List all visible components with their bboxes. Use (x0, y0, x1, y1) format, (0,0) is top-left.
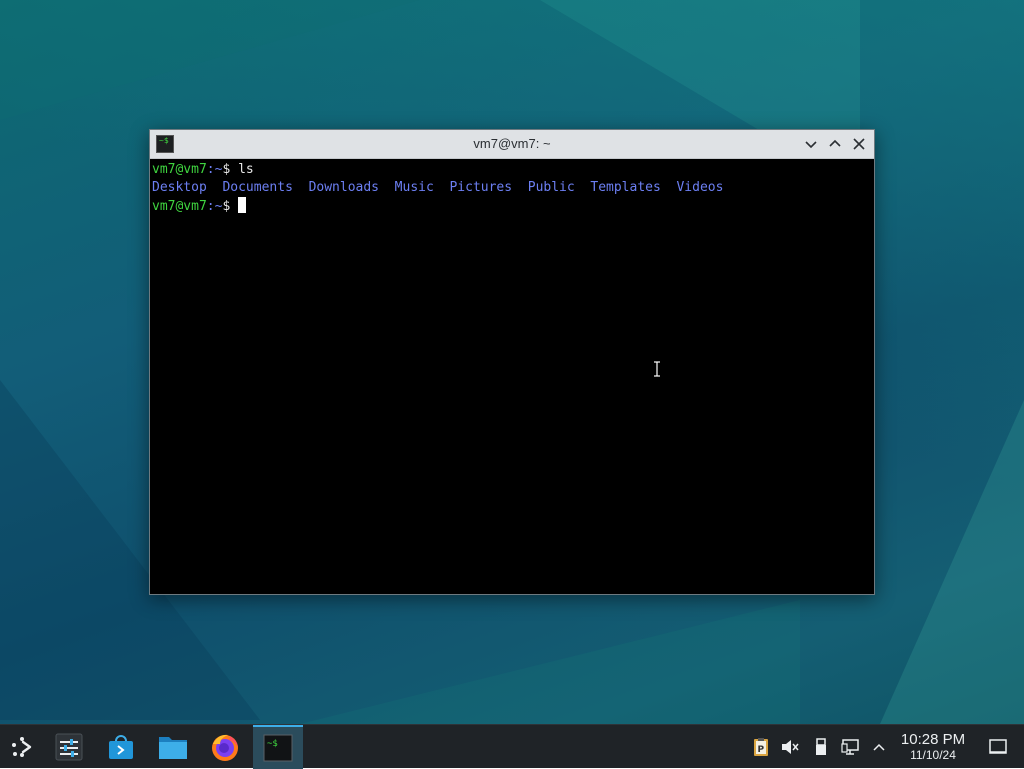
clipboard-icon: P (754, 738, 768, 756)
network-tray-button[interactable] (841, 737, 861, 757)
system-settings-button[interactable] (47, 725, 91, 769)
directory-entry: Templates (590, 180, 661, 195)
application-launcher-icon (12, 737, 32, 757)
window-title: vm7@vm7: ~ (473, 136, 551, 151)
application-launcher-button[interactable] (0, 725, 44, 769)
prompt-user: vm7@vm7 (152, 162, 207, 177)
ibeam-pointer-icon (654, 361, 660, 377)
firefox-icon (212, 734, 238, 761)
close-button[interactable] (849, 134, 869, 154)
terminal-command: ls (230, 162, 254, 177)
file-manager-icon (159, 737, 187, 759)
volume-tray-button[interactable] (780, 737, 800, 757)
ls-output-line: Desktop Documents Downloads Music Pictur… (152, 179, 872, 197)
terminal-icon: ~$ (263, 734, 293, 762)
text-cursor (238, 197, 247, 213)
chevron-up-icon (873, 743, 885, 751)
minimize-button[interactable] (801, 134, 821, 154)
network-icon (841, 739, 859, 755)
prompt-path: :~ (206, 162, 223, 177)
wallpaper-facet (880, 400, 1024, 724)
directory-entry: Documents (222, 180, 293, 195)
digital-clock[interactable]: 10:28 PM 11/10/24 (893, 731, 973, 762)
clock-date: 11/10/24 (910, 748, 956, 762)
prompt-symbol: $ (222, 199, 239, 214)
system-settings-icon (55, 733, 83, 761)
terminal-window[interactable]: ~$ vm7@vm7: ~ vm7@vm7:~$ ls Desktop Docu… (149, 129, 875, 595)
directory-entry: Music (394, 180, 434, 195)
directory-entry: Pictures (449, 180, 513, 195)
discover-store-button[interactable] (99, 725, 143, 769)
close-icon (853, 138, 865, 150)
chevron-up-icon (829, 139, 841, 147)
show-desktop-button[interactable] (988, 737, 1008, 757)
terminal-icon-text: ~$ (267, 739, 278, 749)
volume-muted-icon (782, 740, 799, 754)
directory-entry: Public (527, 180, 575, 195)
show-desktop-icon (989, 739, 1007, 754)
terminal-output[interactable]: vm7@vm7:~$ ls Desktop Documents Download… (150, 159, 874, 594)
discover-store-icon (109, 735, 133, 759)
terminal-line: vm7@vm7:~$ ls (152, 161, 872, 179)
prompt-path: :~ (206, 199, 223, 214)
chevron-down-icon (805, 141, 817, 149)
maximize-button[interactable] (825, 134, 845, 154)
terminal-task-button[interactable]: ~$ (253, 725, 303, 769)
clipboard-tray-button[interactable]: P (751, 737, 771, 757)
expand-tray-button[interactable] (869, 737, 889, 757)
clock-time: 10:28 PM (900, 731, 966, 748)
svg-text:P: P (758, 745, 765, 755)
directory-entry: Videos (676, 180, 724, 195)
usb-device-tray-button[interactable] (811, 737, 831, 757)
directory-entry: Desktop (152, 180, 207, 195)
wallpaper-facet (300, 600, 800, 724)
directory-entry: Downloads (308, 180, 380, 195)
terminal-line: vm7@vm7:~$ (152, 197, 872, 215)
firefox-button[interactable] (203, 725, 247, 769)
taskbar: ~$ P 10:28 PM 11/10/24 (0, 724, 1024, 769)
file-manager-button[interactable] (151, 725, 195, 769)
wallpaper-facet (0, 0, 420, 120)
prompt-user: vm7@vm7 (152, 199, 207, 214)
window-titlebar[interactable]: ~$ vm7@vm7: ~ (150, 130, 874, 159)
usb-device-icon (816, 738, 826, 755)
